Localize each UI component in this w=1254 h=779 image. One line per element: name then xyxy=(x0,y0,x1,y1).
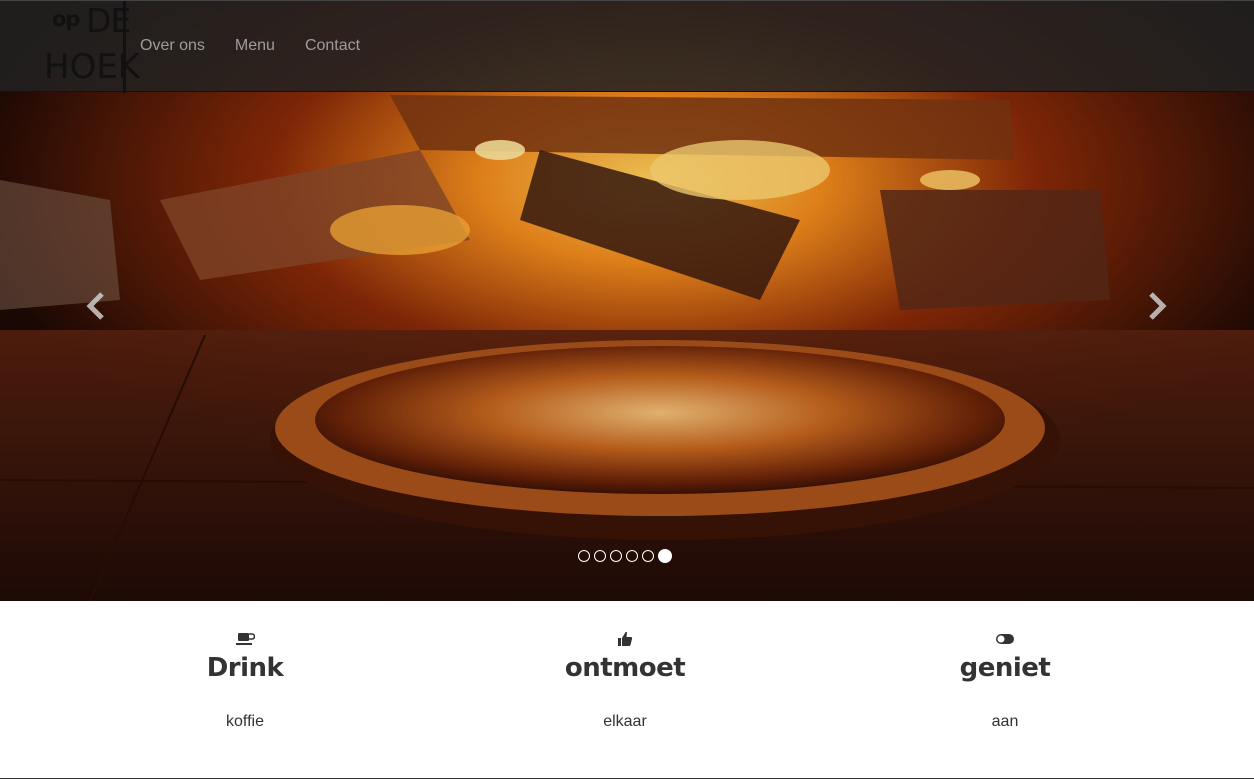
feature-geniet: geniet aan xyxy=(855,631,1155,731)
nav-link-contact[interactable]: Contact xyxy=(305,37,360,55)
carousel-indicators xyxy=(578,549,672,563)
navbar: op DE HOEK Over ons Menu Contact xyxy=(0,0,1254,93)
thumbs-up-icon xyxy=(618,631,633,646)
brand-logo[interactable]: op DE HOEK xyxy=(42,1,140,93)
nav-link-menu[interactable]: Menu xyxy=(235,37,275,55)
carousel-indicator[interactable] xyxy=(642,550,654,562)
carousel-indicator[interactable] xyxy=(626,550,638,562)
feature-title: ontmoet xyxy=(564,653,686,683)
logo-text: op xyxy=(52,7,80,31)
carousel-indicator[interactable] xyxy=(578,550,590,562)
feature-text: aan xyxy=(991,713,1019,730)
feature-title: Drink xyxy=(206,653,284,683)
feature-text: elkaar xyxy=(603,713,647,730)
feature-text: koffie xyxy=(226,713,264,730)
nav-links: Over ons Menu Contact xyxy=(140,37,390,55)
carousel-next-button[interactable] xyxy=(1141,288,1171,324)
carousel-indicator[interactable] xyxy=(594,550,606,562)
coffee-cup-icon xyxy=(236,633,255,645)
logo-text: HOEK xyxy=(44,47,141,87)
features-section: Drink koffie ontmoet elkaar geniet aan xyxy=(0,601,1254,779)
feature-ontmoet: ontmoet elkaar xyxy=(475,631,775,731)
logo-text: DE xyxy=(86,1,131,40)
feature-drink: Drink koffie xyxy=(95,631,395,731)
carousel-prev-button[interactable] xyxy=(82,288,112,324)
nav-link-over-ons[interactable]: Over ons xyxy=(140,37,205,55)
carousel-indicator-active[interactable] xyxy=(658,549,672,563)
feature-title: geniet xyxy=(959,653,1051,683)
carousel-indicator[interactable] xyxy=(610,550,622,562)
toggle-icon xyxy=(996,634,1014,644)
